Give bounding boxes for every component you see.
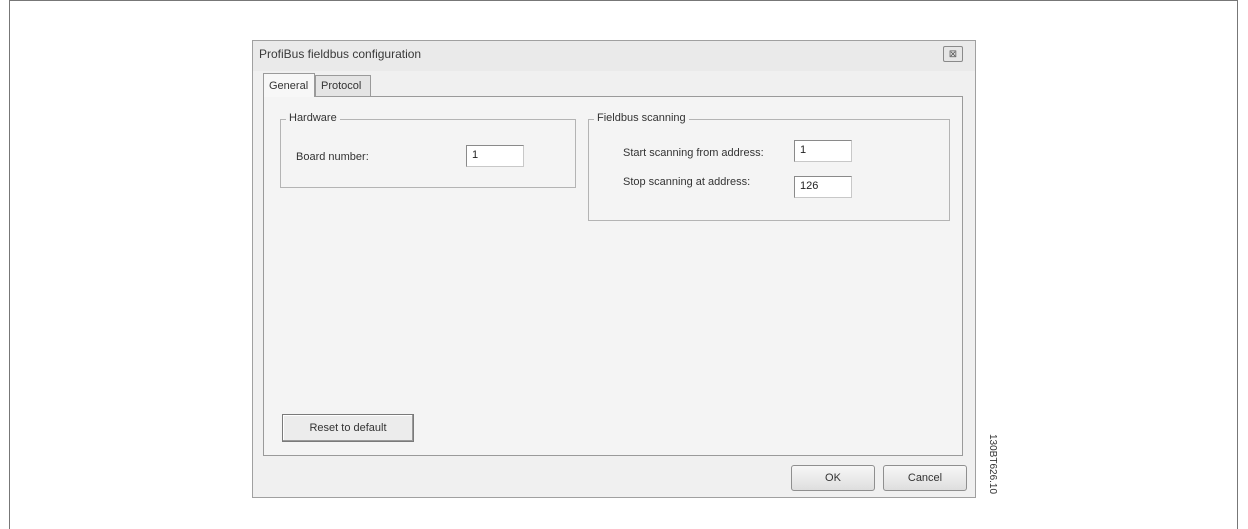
close-button[interactable]: ⊠ [943,46,963,62]
general-tab-panel: Hardware Board number: 1 Fieldbus scanni… [263,96,963,456]
cancel-button[interactable]: Cancel [883,465,967,491]
fieldbus-scanning-legend: Fieldbus scanning [594,112,689,124]
tab-general[interactable]: General [263,73,315,97]
title-bar: ProfiBus fieldbus configuration ⊠ [253,41,975,71]
hardware-group: Hardware Board number: 1 [280,112,576,188]
figure-reference-code: 130BT626.10 [987,434,998,495]
stop-address-label: Stop scanning at address: [623,176,751,188]
dialog-title: ProfiBus fieldbus configuration [259,47,422,61]
profibus-config-dialog: ProfiBus fieldbus configuration ⊠ Genera… [252,40,976,498]
tab-protocol[interactable]: Protocol [315,75,371,97]
start-address-label: Start scanning from address: [623,147,764,159]
close-icon: ⊠ [948,48,958,60]
board-number-label: Board number: [296,151,369,163]
fieldbus-scanning-group: Fieldbus scanning Start scanning from ad… [588,112,950,221]
hardware-legend: Hardware [286,112,340,124]
stop-address-field[interactable]: 126 [794,176,852,198]
board-number-field[interactable]: 1 [466,145,524,167]
start-address-field[interactable]: 1 [794,140,852,162]
reset-to-default-button[interactable]: Reset to default [282,414,414,442]
ok-button[interactable]: OK [791,465,875,491]
